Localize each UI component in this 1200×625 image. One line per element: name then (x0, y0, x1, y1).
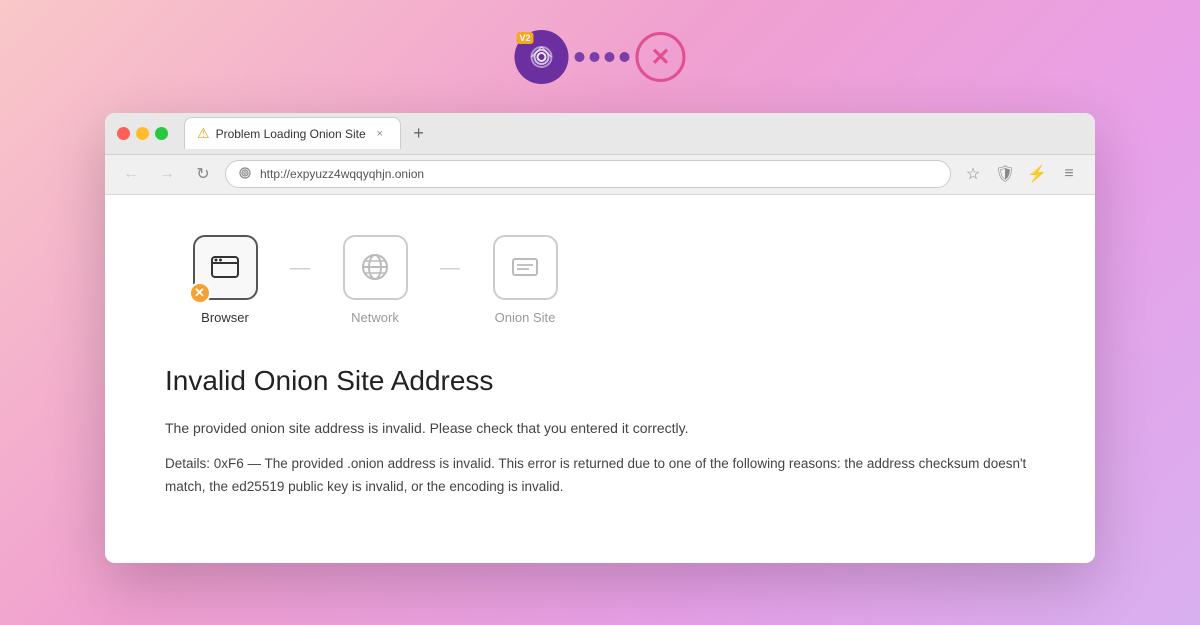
menu-button[interactable]: ≡ (1055, 160, 1083, 188)
url-display: http://expyuzz4wqqyqhjn.onion (260, 167, 424, 181)
bookmark-button[interactable]: ☆ (959, 160, 987, 188)
address-bar[interactable]: http://expyuzz4wqqyqhjn.onion (225, 160, 951, 188)
v2-badge: V2 (517, 32, 534, 44)
browser-svg (207, 249, 243, 285)
nav-bar: ← → ↻ http://expyuzz4wqqyqhjn.onion ☆ 🛡 (105, 155, 1095, 195)
onion-site-svg (507, 249, 543, 285)
browser-error-badge: ✕ (189, 282, 211, 304)
nav-actions: ☆ 🛡 ⚡ ≡ (959, 160, 1083, 188)
browser-status-item: ✕ Browser (165, 235, 285, 325)
forward-icon: → (159, 165, 175, 183)
network-svg (357, 249, 393, 285)
browser-icon-circle: ✕ (193, 235, 258, 300)
reload-icon: ↻ (196, 164, 209, 184)
forward-button[interactable]: → (153, 160, 181, 188)
tor-dots (575, 52, 630, 62)
page-content: ✕ Browser — Network (105, 195, 1095, 563)
close-button[interactable] (117, 127, 130, 140)
network-icon-circle (343, 235, 408, 300)
tor-dot-2 (590, 52, 600, 62)
title-bar: ⚠ Problem Loading Onion Site × + (105, 113, 1095, 155)
back-button[interactable]: ← (117, 160, 145, 188)
extension-icon: ⚡ (1027, 164, 1047, 184)
error-title: Invalid Onion Site Address (165, 365, 1035, 397)
status-icons-row: ✕ Browser — Network (165, 235, 1035, 325)
bookmark-icon: ☆ (966, 164, 980, 184)
onion-svg (526, 41, 558, 73)
network-status-label: Network (351, 310, 399, 325)
onion-address-icon (238, 166, 252, 183)
tor-indicator: V2 ✕ (515, 30, 686, 84)
shield-icon: 🛡 (995, 164, 1015, 184)
tor-dot-4 (620, 52, 630, 62)
traffic-lights (117, 127, 168, 140)
tor-onion-icon: V2 (515, 30, 569, 84)
tor-error-symbol: ✕ (650, 43, 670, 72)
back-icon: ← (123, 165, 139, 183)
onion-site-status-item: Onion Site (465, 235, 585, 325)
onion-site-status-label: Onion Site (495, 310, 556, 325)
browser-window: ⚠ Problem Loading Onion Site × + ← → ↻ (105, 113, 1095, 563)
shield-button[interactable]: 🛡 (991, 160, 1019, 188)
error-description: The provided onion site address is inval… (165, 417, 1035, 439)
browser-status-label: Browser (201, 310, 249, 325)
onion-site-icon-circle (493, 235, 558, 300)
separator-1: — (290, 235, 310, 280)
menu-icon: ≡ (1064, 165, 1073, 183)
active-tab[interactable]: ⚠ Problem Loading Onion Site × (184, 117, 401, 149)
reload-button[interactable]: ↻ (189, 160, 217, 188)
tabs-area: ⚠ Problem Loading Onion Site × + (184, 117, 1083, 149)
separator-2: — (440, 235, 460, 280)
extension-button[interactable]: ⚡ (1023, 160, 1051, 188)
error-details: Details: 0xF6 — The provided .onion addr… (165, 453, 1035, 499)
minimize-button[interactable] (136, 127, 149, 140)
tor-error-circle: ✕ (636, 32, 686, 82)
tor-dot-1 (575, 52, 585, 62)
tor-dot-3 (605, 52, 615, 62)
network-status-item: Network (315, 235, 435, 325)
tab-warning-icon: ⚠ (197, 125, 210, 142)
new-tab-button[interactable]: + (405, 119, 433, 147)
maximize-button[interactable] (155, 127, 168, 140)
tab-close-button[interactable]: × (372, 126, 388, 142)
tab-title: Problem Loading Onion Site (216, 127, 366, 141)
browser-error-symbol: ✕ (194, 285, 205, 301)
